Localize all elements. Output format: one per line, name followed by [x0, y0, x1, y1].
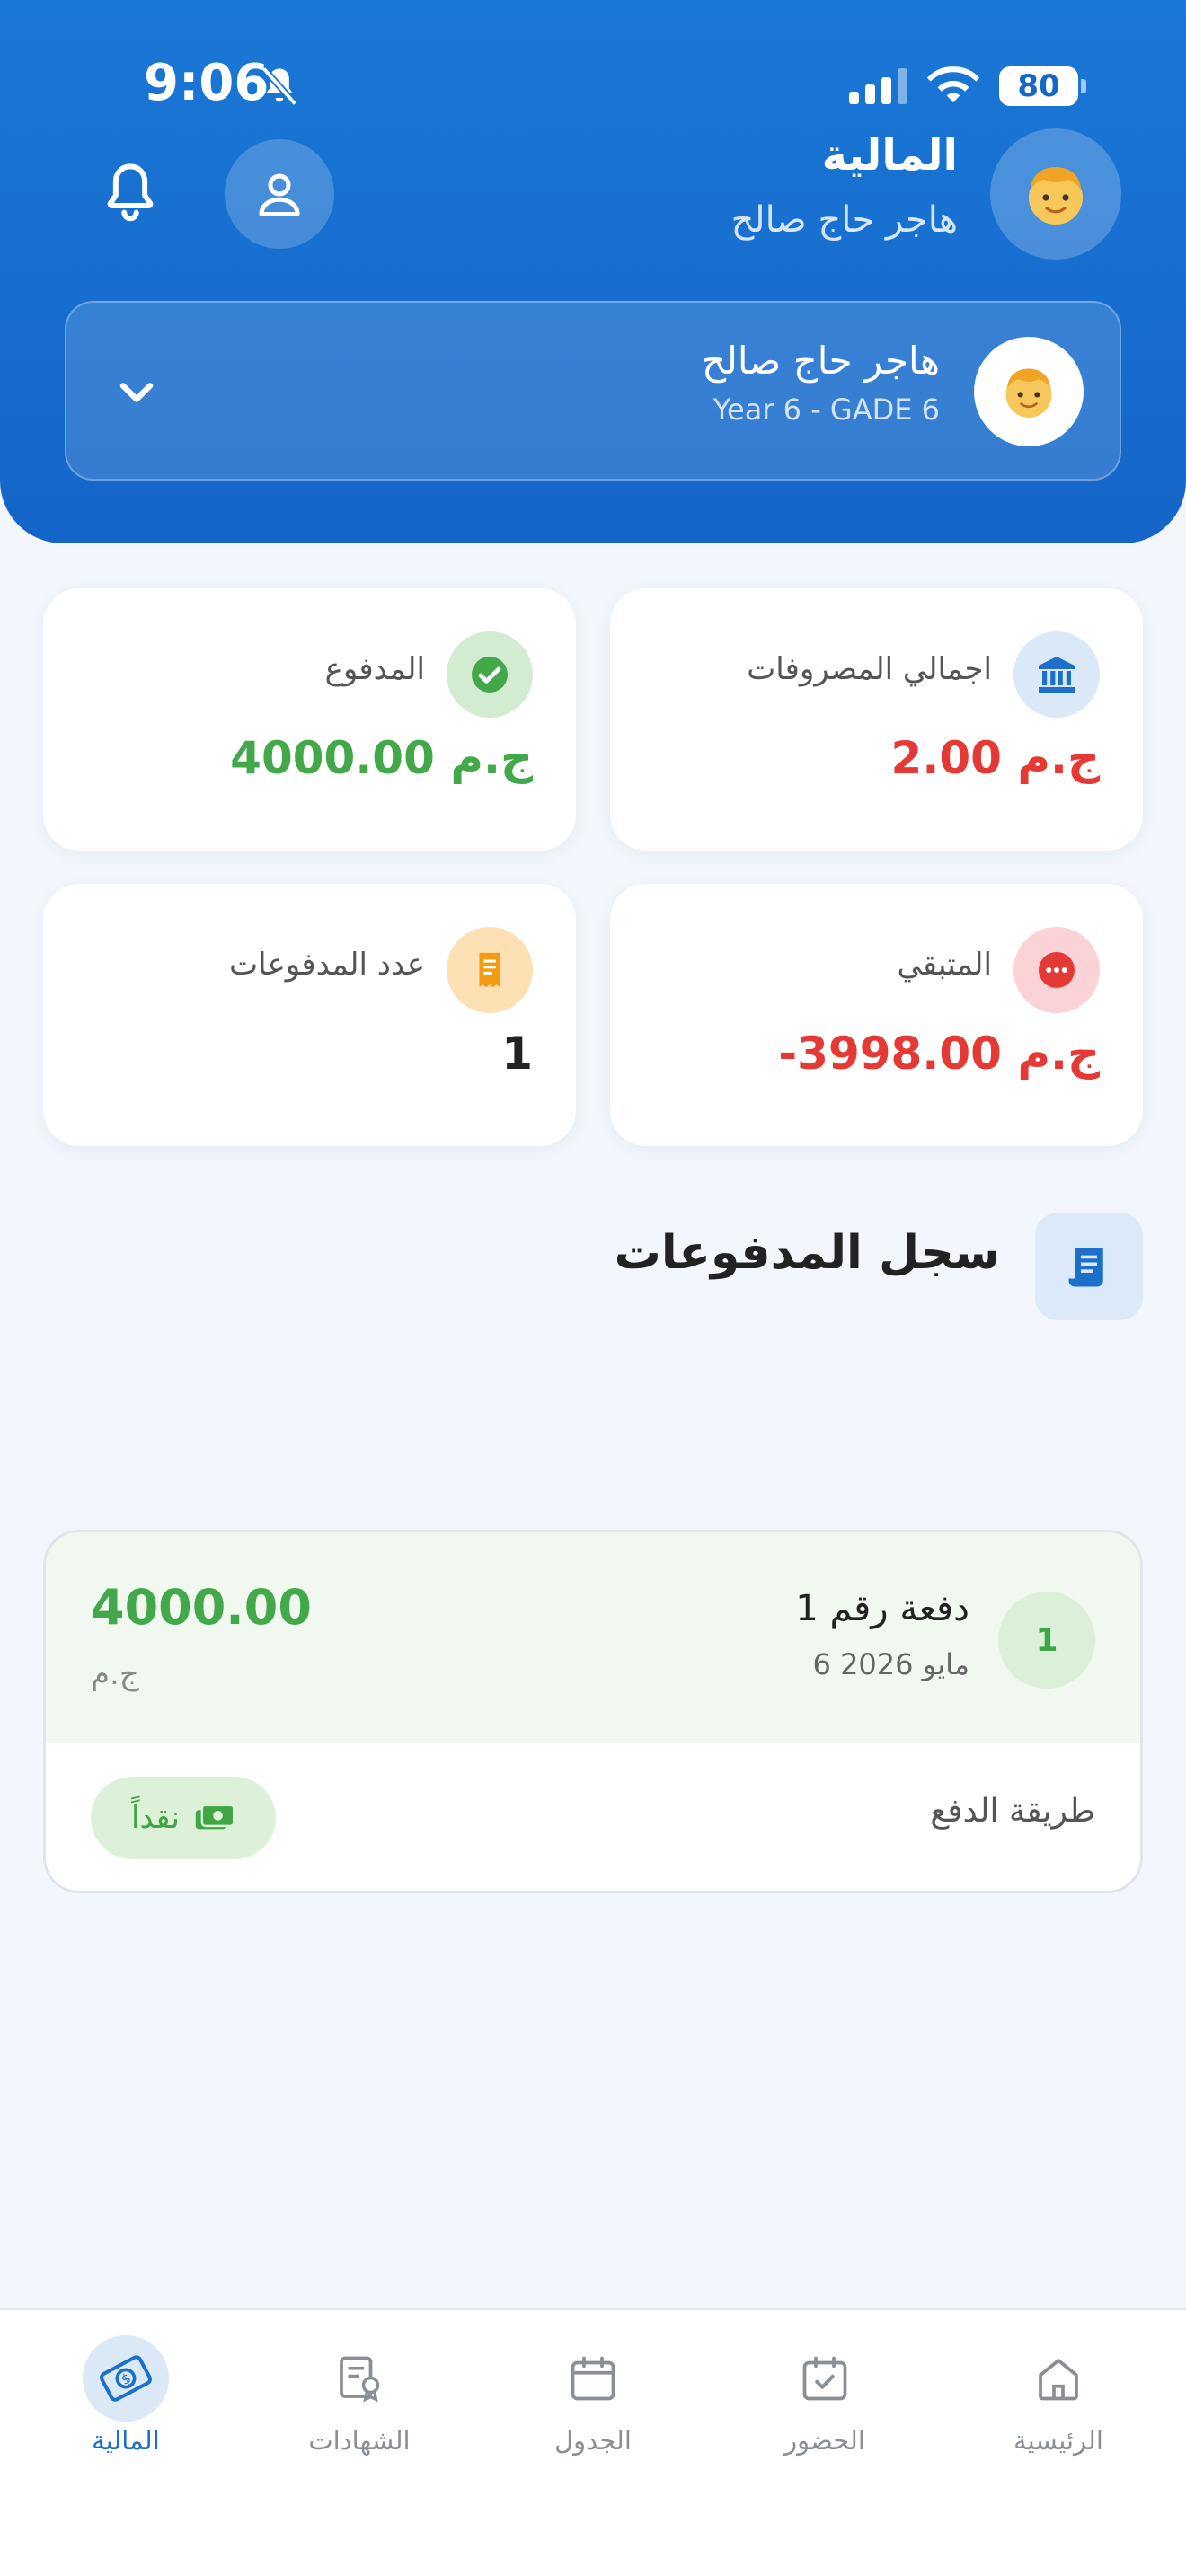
nav-label: المالية	[92, 2425, 160, 2456]
payment-number-badge: 1	[998, 1592, 1095, 1689]
stat-card-total-expenses: اجمالي المصروفات 2.00 ج.م	[610, 588, 1143, 851]
payment-currency: ج.م	[91, 1656, 139, 1692]
payment-method-badge: نقداً	[91, 1777, 276, 1859]
student-avatar	[974, 337, 1084, 446]
cellular-signal-icon	[849, 68, 907, 104]
stat-value: -3998.00 ج.م	[778, 1028, 1100, 1080]
nav-item-finance[interactable]: $ المالية	[36, 2310, 216, 2490]
stat-card-remaining: المتبقي -3998.00 ج.م	[610, 884, 1143, 1146]
status-indicators: 80	[849, 63, 1086, 110]
nav-item-home[interactable]: الرئيسية	[969, 2310, 1148, 2490]
payment-method-label: طريقة الدفع	[930, 1793, 1095, 1830]
notifications-bell-icon[interactable]	[101, 162, 160, 225]
money-icon: $	[83, 2335, 169, 2422]
payment-history-icon	[1035, 1213, 1143, 1320]
stat-value: 2.00 ج.م	[890, 732, 1100, 784]
nav-item-schedule[interactable]: الجدول	[503, 2310, 683, 2490]
stat-label: اجمالي المصروفات	[747, 651, 992, 687]
home-icon	[1015, 2335, 1102, 2422]
stat-card-paid: المدفوع 4000.00 ج.م	[43, 588, 576, 851]
stat-label: المدفوع	[324, 651, 425, 687]
user-icon	[259, 173, 300, 216]
check-circle-icon	[447, 631, 533, 718]
battery-indicator: 80	[999, 66, 1086, 106]
payment-method: نقداً	[131, 1800, 180, 1836]
page-subtitle: هاجر حاج صالح	[730, 199, 958, 241]
receipt-icon	[447, 927, 533, 1013]
child-avatar-icon	[1029, 167, 1083, 225]
stat-label: عدد المدفوعات	[229, 947, 425, 983]
nav-label: الشهادات	[308, 2425, 411, 2456]
child-avatar-icon	[1005, 368, 1052, 418]
calendar-icon	[550, 2335, 636, 2422]
bell-off-icon	[261, 66, 298, 107]
stat-value: 1	[501, 1028, 533, 1080]
attendance-icon	[782, 2335, 868, 2422]
payment-amount: 4000.00	[91, 1579, 312, 1636]
chevron-down-icon[interactable]	[110, 366, 164, 419]
student-name: هاجر حاج صالح	[701, 339, 940, 383]
payment-title: دفعة رقم 1	[795, 1588, 969, 1629]
bank-icon	[1013, 631, 1100, 718]
student-selector[interactable]: هاجر حاج صالح Year 6 - GADE 6	[65, 301, 1121, 481]
payment-card[interactable]: 1 دفعة رقم 1 6 مايو 2026 4000.00 ج.م طري…	[43, 1530, 1143, 1893]
header: 9:06 80 المالية هاجر حاج صالح هاجر حاج ص…	[0, 0, 1186, 543]
avatar[interactable]	[990, 128, 1121, 260]
nav-item-attendance[interactable]: الحضور	[735, 2310, 915, 2490]
nav-label: الحضور	[784, 2425, 865, 2456]
nav-label: الجدول	[554, 2425, 632, 2456]
cash-icon	[195, 1804, 235, 1830]
page-title: المالية	[821, 130, 958, 181]
more-dots-icon	[1013, 927, 1100, 1013]
payment-date: 6 مايو 2026	[812, 1647, 969, 1681]
certificate-icon	[316, 2335, 403, 2422]
stat-card-payments-count: عدد المدفوعات 1	[43, 884, 576, 1146]
profile-button[interactable]	[225, 139, 334, 249]
payment-card-header: 1 دفعة رقم 1 6 مايو 2026 4000.00 ج.م	[46, 1532, 1140, 1743]
nav-item-certificates[interactable]: الشهادات	[270, 2310, 449, 2490]
bottom-navigation: $ المالية الشهادات الجدول الحضور الرئيسي…	[0, 2308, 1186, 2576]
stat-label: المتبقي	[897, 947, 992, 983]
nav-label: الرئيسية	[1013, 2425, 1103, 2456]
section-title: سجل المدفوعات	[614, 1226, 1000, 1280]
student-grade: Year 6 - GADE 6	[712, 393, 940, 427]
wifi-icon	[927, 66, 979, 103]
stat-value: 4000.00 ج.م	[230, 732, 533, 784]
status-time: 9:06	[144, 54, 270, 112]
